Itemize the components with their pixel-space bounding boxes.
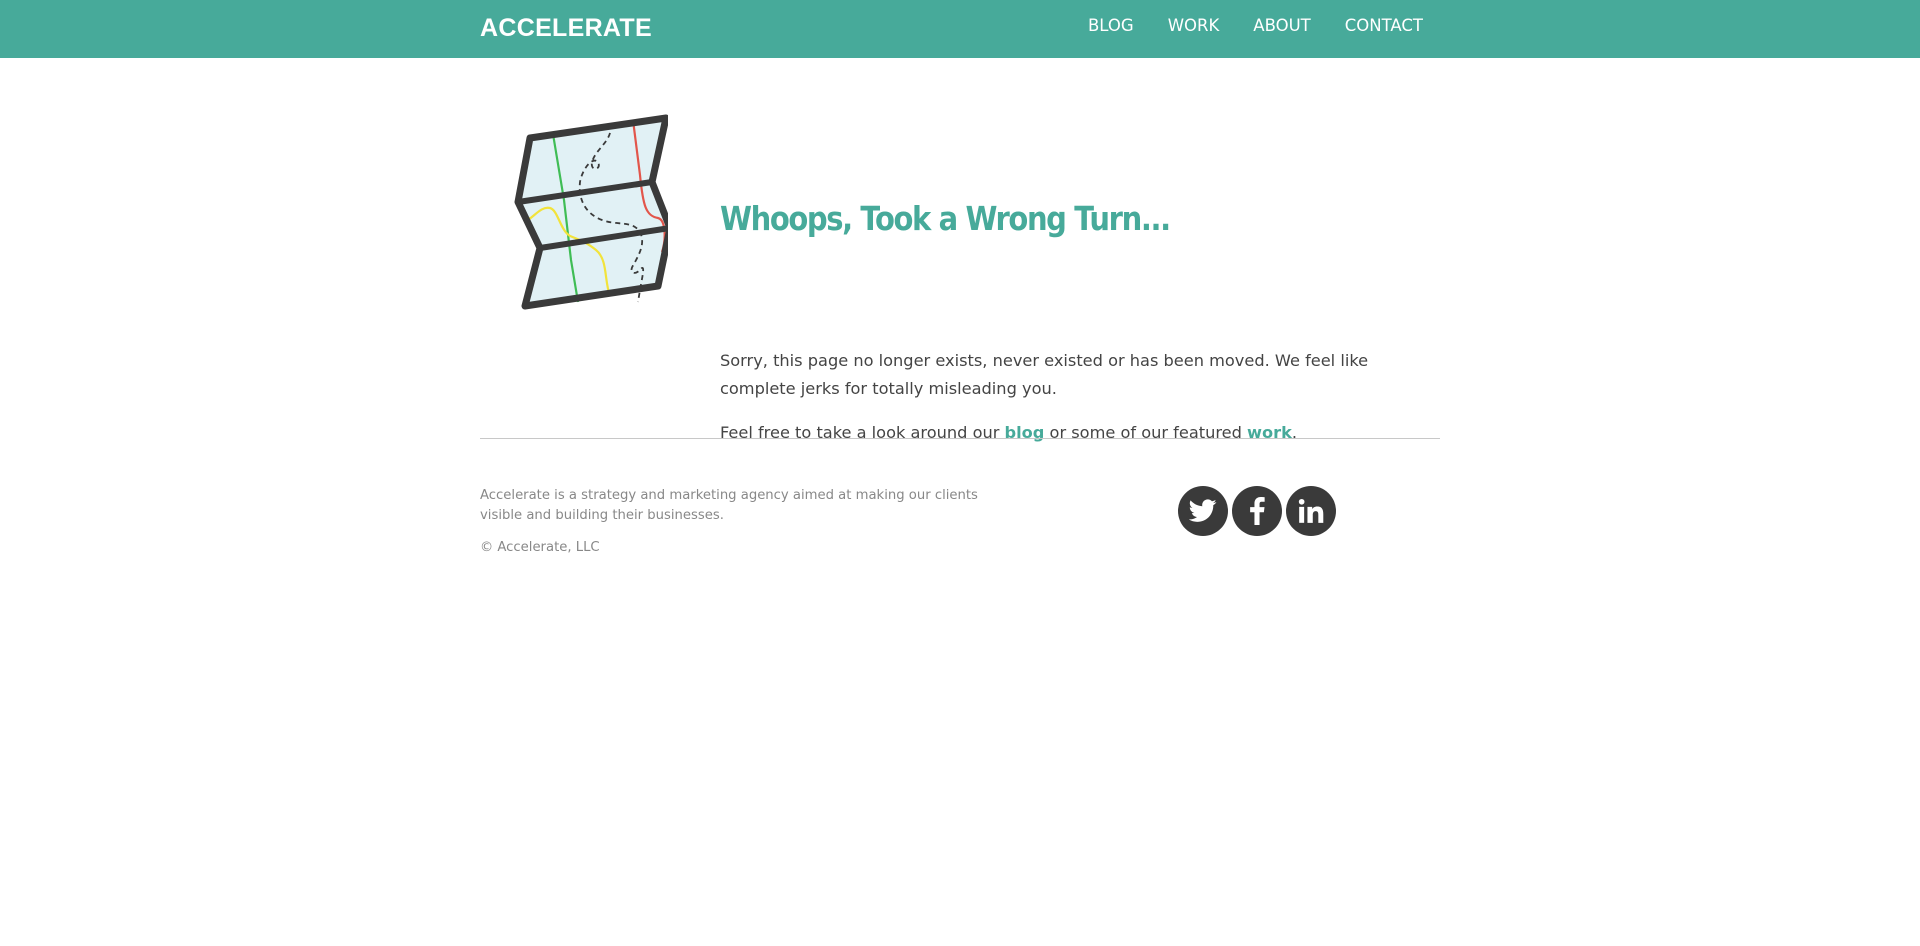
nav-contact[interactable]: CONTACT (1345, 16, 1423, 35)
suggestion-text-middle: or some of our featured (1044, 423, 1248, 442)
linkedin-icon (1298, 498, 1324, 523)
folded-map-illustration (514, 114, 668, 310)
facebook-button[interactable] (1232, 486, 1282, 536)
site-header: ACCELERATE BLOG WORK ABOUT CONTACT (0, 0, 1920, 58)
main-nav: BLOG WORK ABOUT CONTACT (1088, 16, 1423, 35)
page-content: Whoops, Took a Wrong Turn... Sorry, this… (480, 58, 1440, 946)
nav-about[interactable]: ABOUT (1253, 16, 1310, 35)
site-logo[interactable]: ACCELERATE (480, 14, 652, 43)
facebook-icon (1250, 497, 1265, 525)
social-links (1178, 486, 1336, 536)
twitter-icon (1189, 499, 1217, 522)
work-link[interactable]: work (1247, 423, 1292, 442)
suggestion-text-end: . (1291, 423, 1298, 442)
footer-divider (480, 438, 1440, 439)
twitter-button[interactable] (1178, 486, 1228, 536)
suggestion-text-start: Feel free to take a look around our (720, 423, 1005, 442)
header-inner: ACCELERATE BLOG WORK ABOUT CONTACT (480, 0, 1440, 58)
error-message: Sorry, this page no longer exists, never… (720, 351, 1369, 398)
nav-blog[interactable]: BLOG (1088, 16, 1134, 35)
footer-copyright: © Accelerate, LLC (480, 540, 600, 555)
page-title: Whoops, Took a Wrong Turn... (720, 200, 1171, 239)
nav-work[interactable]: WORK (1168, 16, 1220, 35)
suggestion-text: Feel free to take a look around our blog… (720, 419, 1440, 447)
blog-link[interactable]: blog (1005, 423, 1045, 442)
footer-about-text: Accelerate is a strategy and marketing a… (480, 488, 978, 523)
linkedin-button[interactable] (1286, 486, 1336, 536)
